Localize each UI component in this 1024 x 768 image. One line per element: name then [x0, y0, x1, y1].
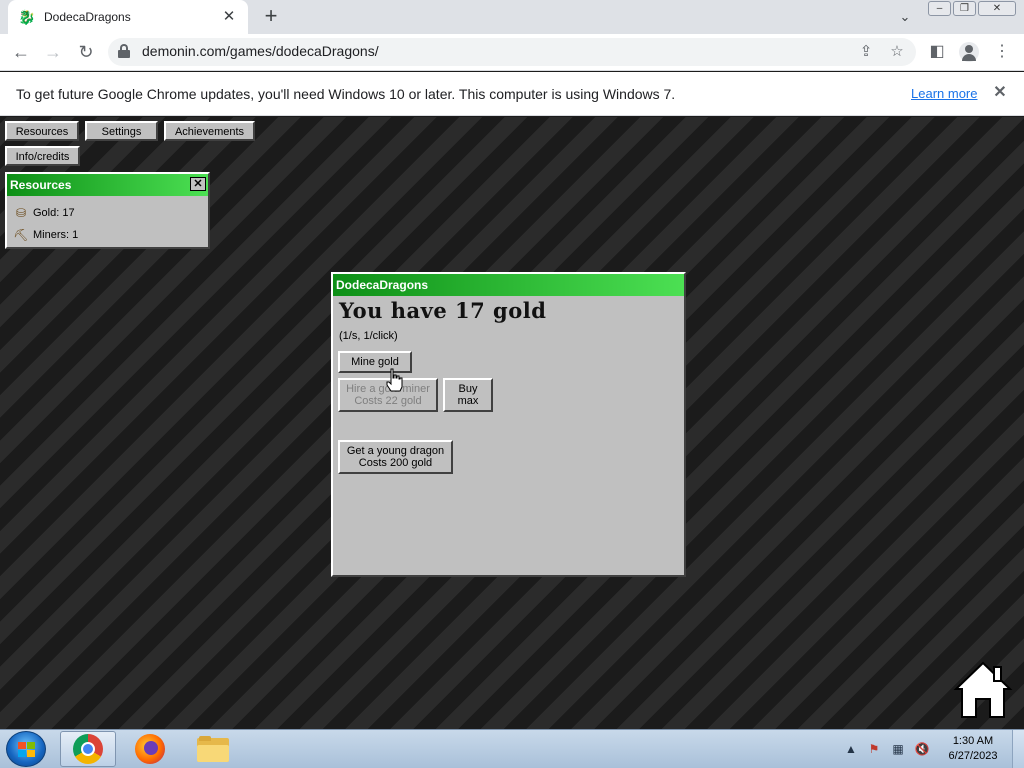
mine-gold-label: Mine gold [351, 356, 399, 368]
windows-taskbar: ▲ ⚑ ▦ 🔇 1:30 AM 6/27/2023 [0, 729, 1024, 768]
learn-more-link[interactable]: Learn more [911, 86, 977, 101]
achievements-nav-button[interactable]: Achievements [164, 121, 255, 141]
network-icon[interactable]: ▦ [890, 741, 906, 757]
lock-icon[interactable] [118, 44, 130, 58]
miners-resource-text: Miners: 1 [33, 229, 79, 241]
info-credits-nav-button[interactable]: Info/credits [5, 146, 80, 166]
hire-miner-cost: Costs 22 gold [354, 395, 422, 407]
taskbar-firefox[interactable] [122, 731, 178, 767]
chrome-icon [73, 734, 103, 764]
windows-logo-icon [18, 742, 36, 758]
side-panel-icon[interactable]: ◧ [925, 40, 949, 64]
buy-max-label-line1: Buy [458, 383, 478, 395]
taskbar-chrome[interactable] [60, 731, 116, 767]
buy-max-label-line2: max [457, 395, 479, 407]
bookmark-star-icon[interactable]: ☆ [887, 42, 907, 62]
gold-rate: (1/s, 1/click) [339, 330, 398, 342]
start-button[interactable] [6, 731, 46, 767]
tab-close-icon[interactable]: ✕ [220, 8, 238, 26]
new-tab-button[interactable]: + [259, 5, 283, 29]
hand-cursor-icon [386, 368, 403, 392]
resources-panel: Resources ✕ ⛁ Gold: 17 ⛏ Miners: 1 [5, 172, 210, 249]
young-dragon-cost: Costs 200 gold [358, 457, 433, 469]
browser-toolbar: ← → ↻ demonin.com/games/dodecaDragons/ ⇪… [0, 34, 1024, 71]
close-window-button[interactable]: ✕ [978, 1, 1016, 16]
tab-title: DodecaDragons [44, 10, 131, 24]
miners-resource-row: ⛏ Miners: 1 [13, 228, 78, 242]
address-bar[interactable]: demonin.com/games/dodecaDragons/ ⇪ ☆ [108, 38, 916, 66]
reload-icon[interactable]: ↻ [74, 40, 98, 64]
system-clock[interactable]: 1:30 AM 6/27/2023 [940, 734, 1006, 764]
gold-resource-row: ⛁ Gold: 17 [13, 206, 75, 220]
resources-nav-button[interactable]: Resources [5, 121, 79, 141]
gold-coins-icon: ⛁ [15, 206, 27, 220]
buy-max-button[interactable]: Buy max [443, 378, 493, 412]
minimize-window-button[interactable]: – [928, 1, 951, 16]
close-resources-panel-button[interactable]: ✕ [190, 177, 206, 191]
gold-resource-text: Gold: 17 [33, 207, 75, 219]
back-arrow-icon[interactable]: ← [9, 40, 33, 64]
gold-heading: You have 17 gold [339, 298, 547, 323]
restore-window-button[interactable]: ❐ [953, 1, 976, 16]
show-hidden-icons-arrow-icon[interactable]: ▲ [843, 741, 859, 757]
home-icon[interactable] [952, 659, 1014, 721]
folder-icon [197, 736, 229, 762]
forward-arrow-icon[interactable]: → [41, 40, 65, 64]
resources-panel-title-text: Resources [10, 178, 72, 192]
dodecadragons-panel-title: DodecaDragons [333, 274, 684, 296]
clock-date: 6/27/2023 [948, 750, 998, 762]
settings-nav-button[interactable]: Settings [85, 121, 158, 141]
url-text: demonin.com/games/dodecaDragons/ [142, 43, 379, 59]
young-dragon-label: Get a young dragon [346, 445, 445, 457]
volume-muted-icon[interactable]: 🔇 [914, 741, 930, 757]
update-infobar: To get future Google Chrome updates, you… [0, 72, 1024, 116]
resources-panel-title: Resources ✕ [7, 174, 208, 196]
clock-time: 1:30 AM [952, 735, 994, 747]
profile-avatar-icon[interactable] [959, 42, 979, 62]
kebab-menu-icon[interactable]: ⋮ [990, 40, 1014, 64]
tab-strip: 🐉 DodecaDragons ✕ + ⌄ – ❐ ✕ [0, 0, 1024, 34]
infobar-close-icon[interactable]: ✕ [990, 83, 1010, 103]
firefox-icon [135, 734, 165, 764]
dodecadragons-panel: DodecaDragons You have 17 gold (1/s, 1/c… [331, 272, 686, 577]
tab-search-chevron-icon[interactable]: ⌄ [895, 7, 915, 27]
browser-tab[interactable]: 🐉 DodecaDragons ✕ [8, 0, 248, 34]
miner-icon: ⛏ [13, 228, 29, 242]
young-dragon-button[interactable]: Get a young dragon Costs 200 gold [338, 440, 453, 474]
dragon-favicon-icon: 🐉 [18, 9, 36, 25]
action-center-flag-icon[interactable]: ⚑ [866, 741, 882, 757]
taskbar-file-explorer[interactable] [185, 731, 241, 767]
game-area: Resources Settings Achievements Info/cre… [0, 117, 1024, 729]
share-icon[interactable]: ⇪ [856, 42, 876, 62]
show-desktop-button[interactable] [1012, 730, 1024, 768]
infobar-message: To get future Google Chrome updates, you… [16, 86, 676, 102]
